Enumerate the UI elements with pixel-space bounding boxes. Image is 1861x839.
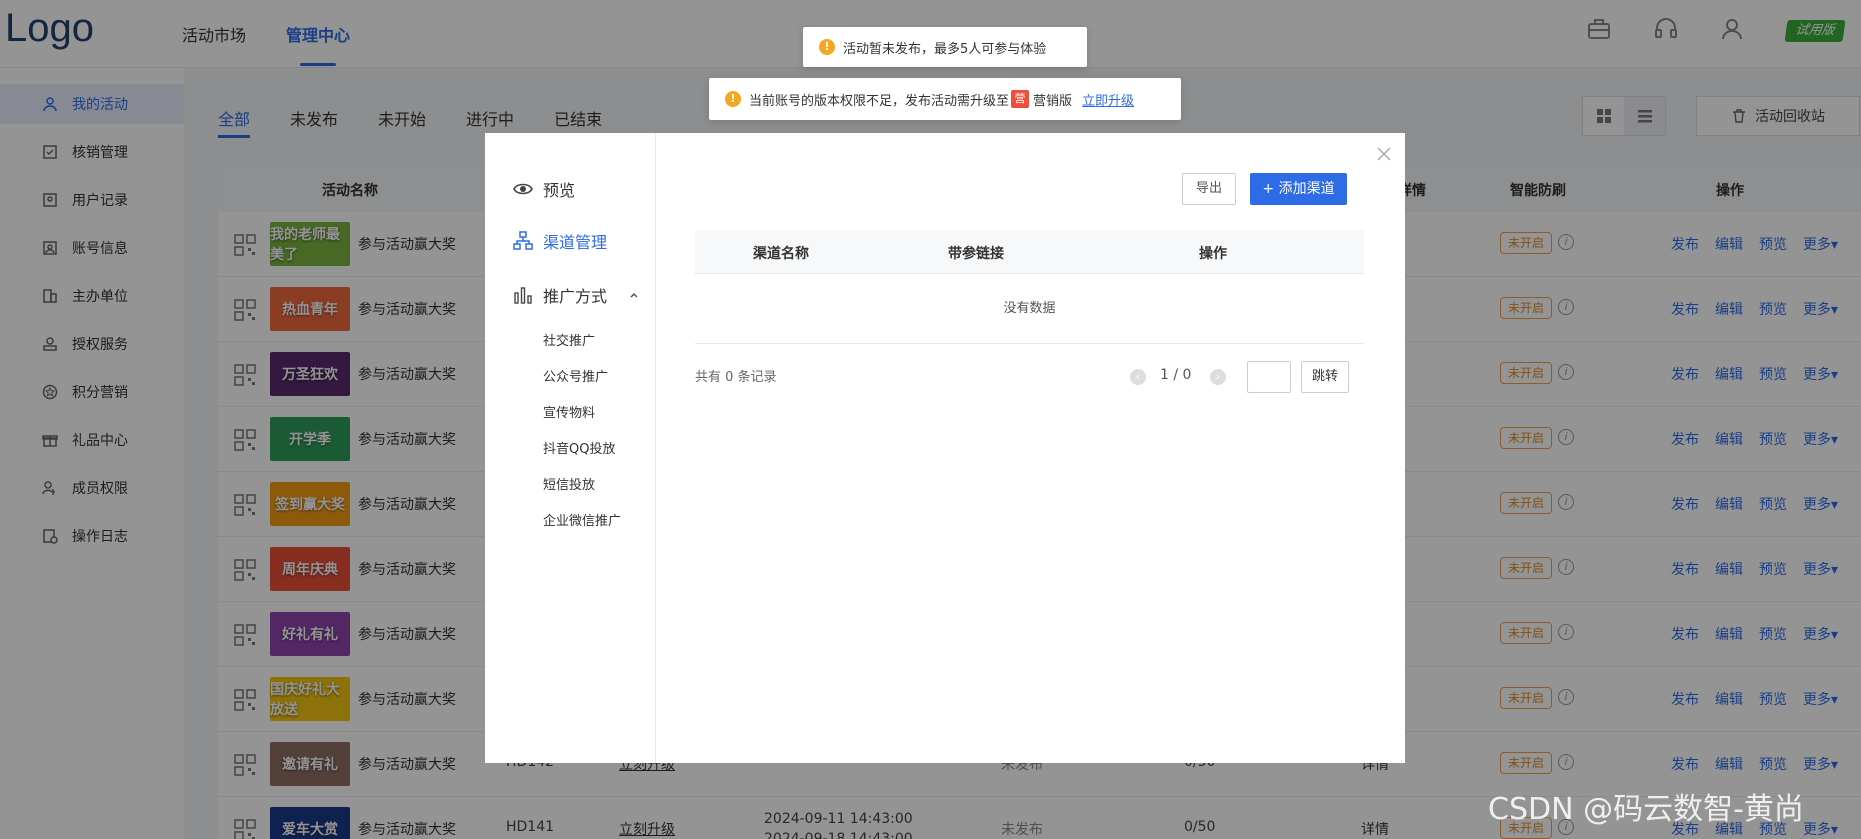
warning-icon: !: [725, 91, 741, 107]
modal-nav-label: 推广方式: [543, 287, 608, 306]
prev-page-button[interactable]: ‹: [1130, 369, 1146, 385]
promo-item-wecom[interactable]: 企业微信推广: [543, 510, 621, 529]
chevron-up-icon: [630, 293, 638, 298]
promo-item-douyin-qq[interactable]: 抖音QQ投放: [543, 438, 615, 457]
bar-chart-icon: [514, 287, 532, 304]
toast-upgrade-message: 当前账号的版本权限不足，发布活动需升级至: [749, 93, 1010, 109]
col-param-link: 带参链接: [948, 246, 1004, 262]
modal-nav-label: 渠道管理: [543, 233, 608, 252]
col-channel-name: 渠道名称: [753, 246, 809, 262]
upgrade-now-link[interactable]: 立即升级: [1082, 90, 1134, 109]
toast-message: 活动暂未发布，最多5人可参与体验: [843, 41, 1047, 57]
channel-modal: 预览 渠道管理 推广方式 社交推广 公众号推广 宣传物料 抖音QQ投放 短信投放…: [485, 133, 1405, 763]
eye-icon: [513, 183, 533, 195]
modal-nav-preview[interactable]: 预览: [513, 177, 575, 201]
col-channel-ops: 操作: [1199, 246, 1227, 262]
page-indicator: 1 / 0: [1160, 367, 1192, 383]
warning-icon: !: [819, 39, 835, 55]
channel-icon: [513, 231, 533, 250]
watermark: CSDN @码云数智-黄尚: [1488, 792, 1804, 827]
next-page-button[interactable]: ›: [1210, 369, 1226, 385]
toast-unpublished: ! 活动暂未发布，最多5人可参与体验: [803, 27, 1087, 67]
promo-item-official-account[interactable]: 公众号推广: [543, 366, 608, 385]
promo-item-social[interactable]: 社交推广: [543, 330, 595, 349]
total-records: 共有 0 条记录: [695, 370, 777, 385]
channel-table-header: 渠道名称 带参链接 操作: [695, 230, 1364, 274]
modal-nav-label: 预览: [543, 181, 576, 200]
page-jump-input[interactable]: [1247, 361, 1291, 393]
modal-nav-promotion[interactable]: 推广方式: [513, 283, 649, 307]
promo-item-materials[interactable]: 宣传物料: [543, 402, 595, 421]
toast-upgrade: ! 当前账号的版本权限不足，发布活动需升级至 营 营销版 立即升级: [709, 78, 1181, 120]
add-channel-button[interactable]: + 添加渠道: [1250, 173, 1347, 205]
marketing-edition-label: 营销版: [1033, 93, 1073, 109]
promo-item-sms[interactable]: 短信投放: [543, 474, 595, 493]
modal-nav: 预览 渠道管理 推广方式 社交推广 公众号推广 宣传物料 抖音QQ投放 短信投放…: [485, 133, 656, 763]
marketing-edition-badge: 营: [1011, 90, 1030, 108]
modal-nav-channel[interactable]: 渠道管理: [513, 229, 607, 253]
empty-state: 没有数据: [695, 274, 1364, 344]
jump-button[interactable]: 跳转: [1301, 361, 1349, 393]
export-button[interactable]: 导出: [1182, 173, 1236, 205]
close-icon[interactable]: [1375, 145, 1393, 163]
